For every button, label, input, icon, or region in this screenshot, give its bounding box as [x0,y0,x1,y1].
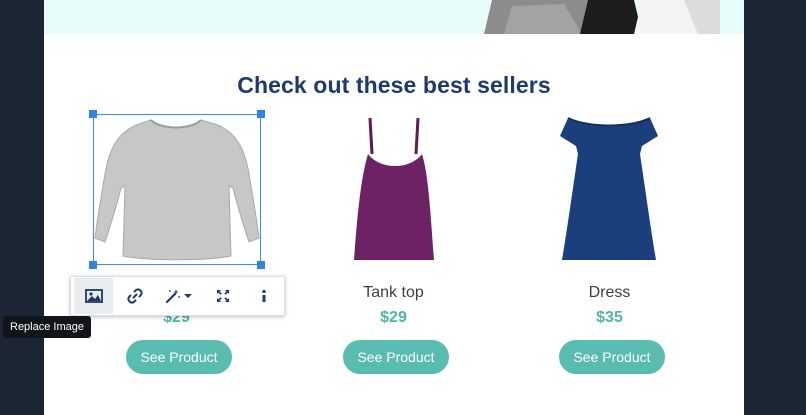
expand-icon [217,290,230,302]
see-product-button[interactable]: See Product [559,340,665,374]
hero-banner[interactable] [44,0,744,34]
product-name: Tank top [363,284,424,301]
email-canvas: Check out these best sellers $29 See Pro… [44,0,744,415]
link-icon [127,288,143,304]
link-button[interactable] [115,278,154,314]
caret-down-icon [184,294,193,298]
hero-image [484,0,724,34]
tooltip-replace-image: Replace Image [3,316,91,338]
section-title: Check out these best sellers [237,72,551,98]
product-price: $29 [380,309,407,326]
image-selection-frame [89,110,265,269]
image-toolbar [70,276,285,316]
resize-handle-top-left[interactable] [89,110,97,118]
product-image-dress[interactable] [522,114,697,264]
resize-handle-bottom-left[interactable] [89,261,97,269]
see-product-button[interactable]: See Product [126,340,232,374]
product-image-tank-top[interactable] [306,114,481,264]
magic-wand-icon [166,289,181,304]
product-name: Dress [588,284,631,301]
fullscreen-button[interactable] [204,278,243,314]
info-icon [262,290,266,302]
style-dropdown-button[interactable] [156,278,201,314]
resize-handle-bottom-right[interactable] [257,261,265,269]
resize-handle-top-right[interactable] [257,110,265,118]
replace-image-button[interactable] [74,278,114,314]
product-price: $35 [596,309,623,326]
image-icon [84,289,103,303]
info-button[interactable] [245,278,284,314]
see-product-button[interactable]: See Product [343,340,449,374]
